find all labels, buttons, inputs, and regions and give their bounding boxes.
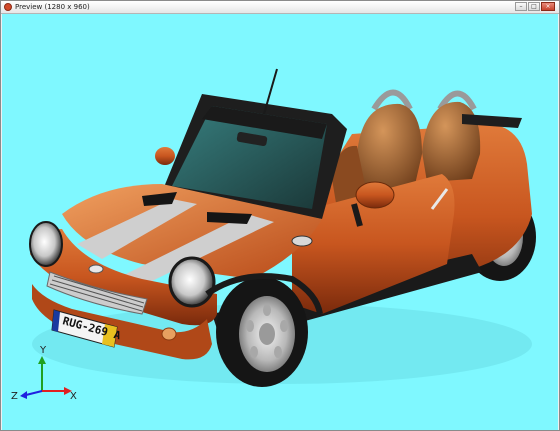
side-mirror <box>355 181 395 209</box>
y-axis-arrow <box>38 356 46 364</box>
fog-light <box>161 327 177 341</box>
front-wheel <box>216 277 308 387</box>
minimize-button[interactable]: – <box>515 2 527 11</box>
window-title: Preview (1280 x 960) <box>15 3 90 11</box>
3d-viewport[interactable]: RUG-269 A Y X Z <box>2 14 558 430</box>
hood-vent <box>207 212 252 224</box>
left-mirror <box>155 147 175 165</box>
maximize-button[interactable]: □ <box>528 2 540 11</box>
left-headlight <box>29 221 63 267</box>
right-headlight <box>168 256 216 308</box>
preview-window: Preview (1280 x 960) – □ × RUG-269 A Y X… <box>0 0 560 431</box>
title-bar[interactable]: Preview (1280 x 960) – □ × <box>1 1 559 14</box>
window-controls: – □ × <box>515 2 555 11</box>
x-axis-label: X <box>70 391 77 402</box>
y-axis-label: Y <box>39 345 47 356</box>
side-indicator <box>291 235 313 247</box>
badge-icon <box>88 264 104 274</box>
z-axis-label: Z <box>11 391 18 402</box>
close-button[interactable]: × <box>541 2 555 11</box>
car-render: RUG-269 A Y X Z <box>11 68 536 402</box>
app-icon <box>4 3 12 11</box>
z-axis-arrow <box>20 391 27 399</box>
z-axis-line <box>25 390 43 396</box>
